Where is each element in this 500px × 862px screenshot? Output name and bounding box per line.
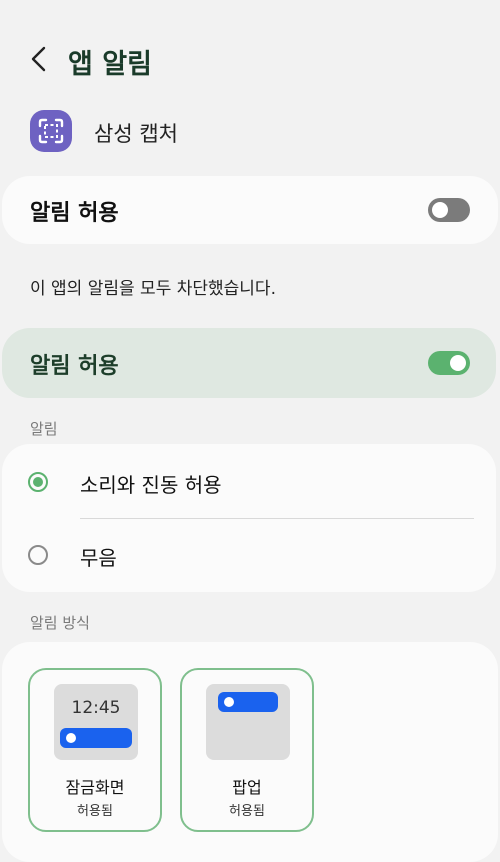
pill-dot [224, 697, 234, 707]
allow-notifications-highlight-row[interactable]: 알림 허용 [2, 328, 496, 398]
allow-notifications-highlight-label: 알림 허용 [30, 354, 119, 379]
allow-notifications-highlight-toggle[interactable] [428, 351, 470, 375]
header: 앱 알림 [0, 30, 500, 90]
app-info: 삼성 캡처 [30, 110, 470, 152]
notification-options-card: 소리와 진동 허용 무음 [2, 444, 496, 592]
preview-time: 12:45 [71, 698, 121, 718]
toggle-knob [450, 355, 466, 371]
style-option-popup[interactable]: 팝업 허용됨 [180, 668, 314, 832]
allow-notifications-row[interactable]: 알림 허용 [2, 176, 498, 244]
toggle-knob [432, 202, 448, 218]
back-button[interactable] [28, 44, 52, 74]
style-name-popup: 팝업 [232, 778, 262, 797]
notification-style-card: 12:45 잠금화면 허용됨 팝업 허용됨 [2, 642, 498, 862]
page-title: 앱 알림 [68, 49, 152, 80]
divider [80, 518, 474, 519]
section-title-notifications: 알림 [30, 420, 58, 438]
allow-notifications-toggle[interactable] [428, 198, 470, 222]
chevron-left-icon [31, 46, 46, 72]
notification-pill [218, 692, 278, 712]
blocked-info-text: 이 앱의 알림을 모두 차단했습니다. [30, 279, 276, 299]
option-label-sound-vibration[interactable]: 소리와 진동 허용 [80, 469, 222, 498]
style-status-popup: 허용됨 [229, 804, 265, 819]
option-label-silent[interactable]: 무음 [80, 542, 117, 571]
app-name: 삼성 캡처 [94, 122, 178, 146]
radio-silent[interactable] [28, 545, 48, 565]
section-title-style: 알림 방식 [30, 614, 90, 632]
pill-dot [66, 733, 76, 743]
popup-preview [206, 684, 290, 760]
style-status-lockscreen: 허용됨 [77, 804, 113, 819]
style-option-lockscreen[interactable]: 12:45 잠금화면 허용됨 [28, 668, 162, 832]
notification-pill [60, 728, 132, 748]
lockscreen-preview: 12:45 [54, 684, 138, 760]
screen-capture-icon [30, 110, 72, 152]
radio-sound-vibration[interactable] [28, 472, 48, 492]
style-name-lockscreen: 잠금화면 [65, 778, 125, 797]
allow-notifications-label: 알림 허용 [30, 201, 119, 226]
